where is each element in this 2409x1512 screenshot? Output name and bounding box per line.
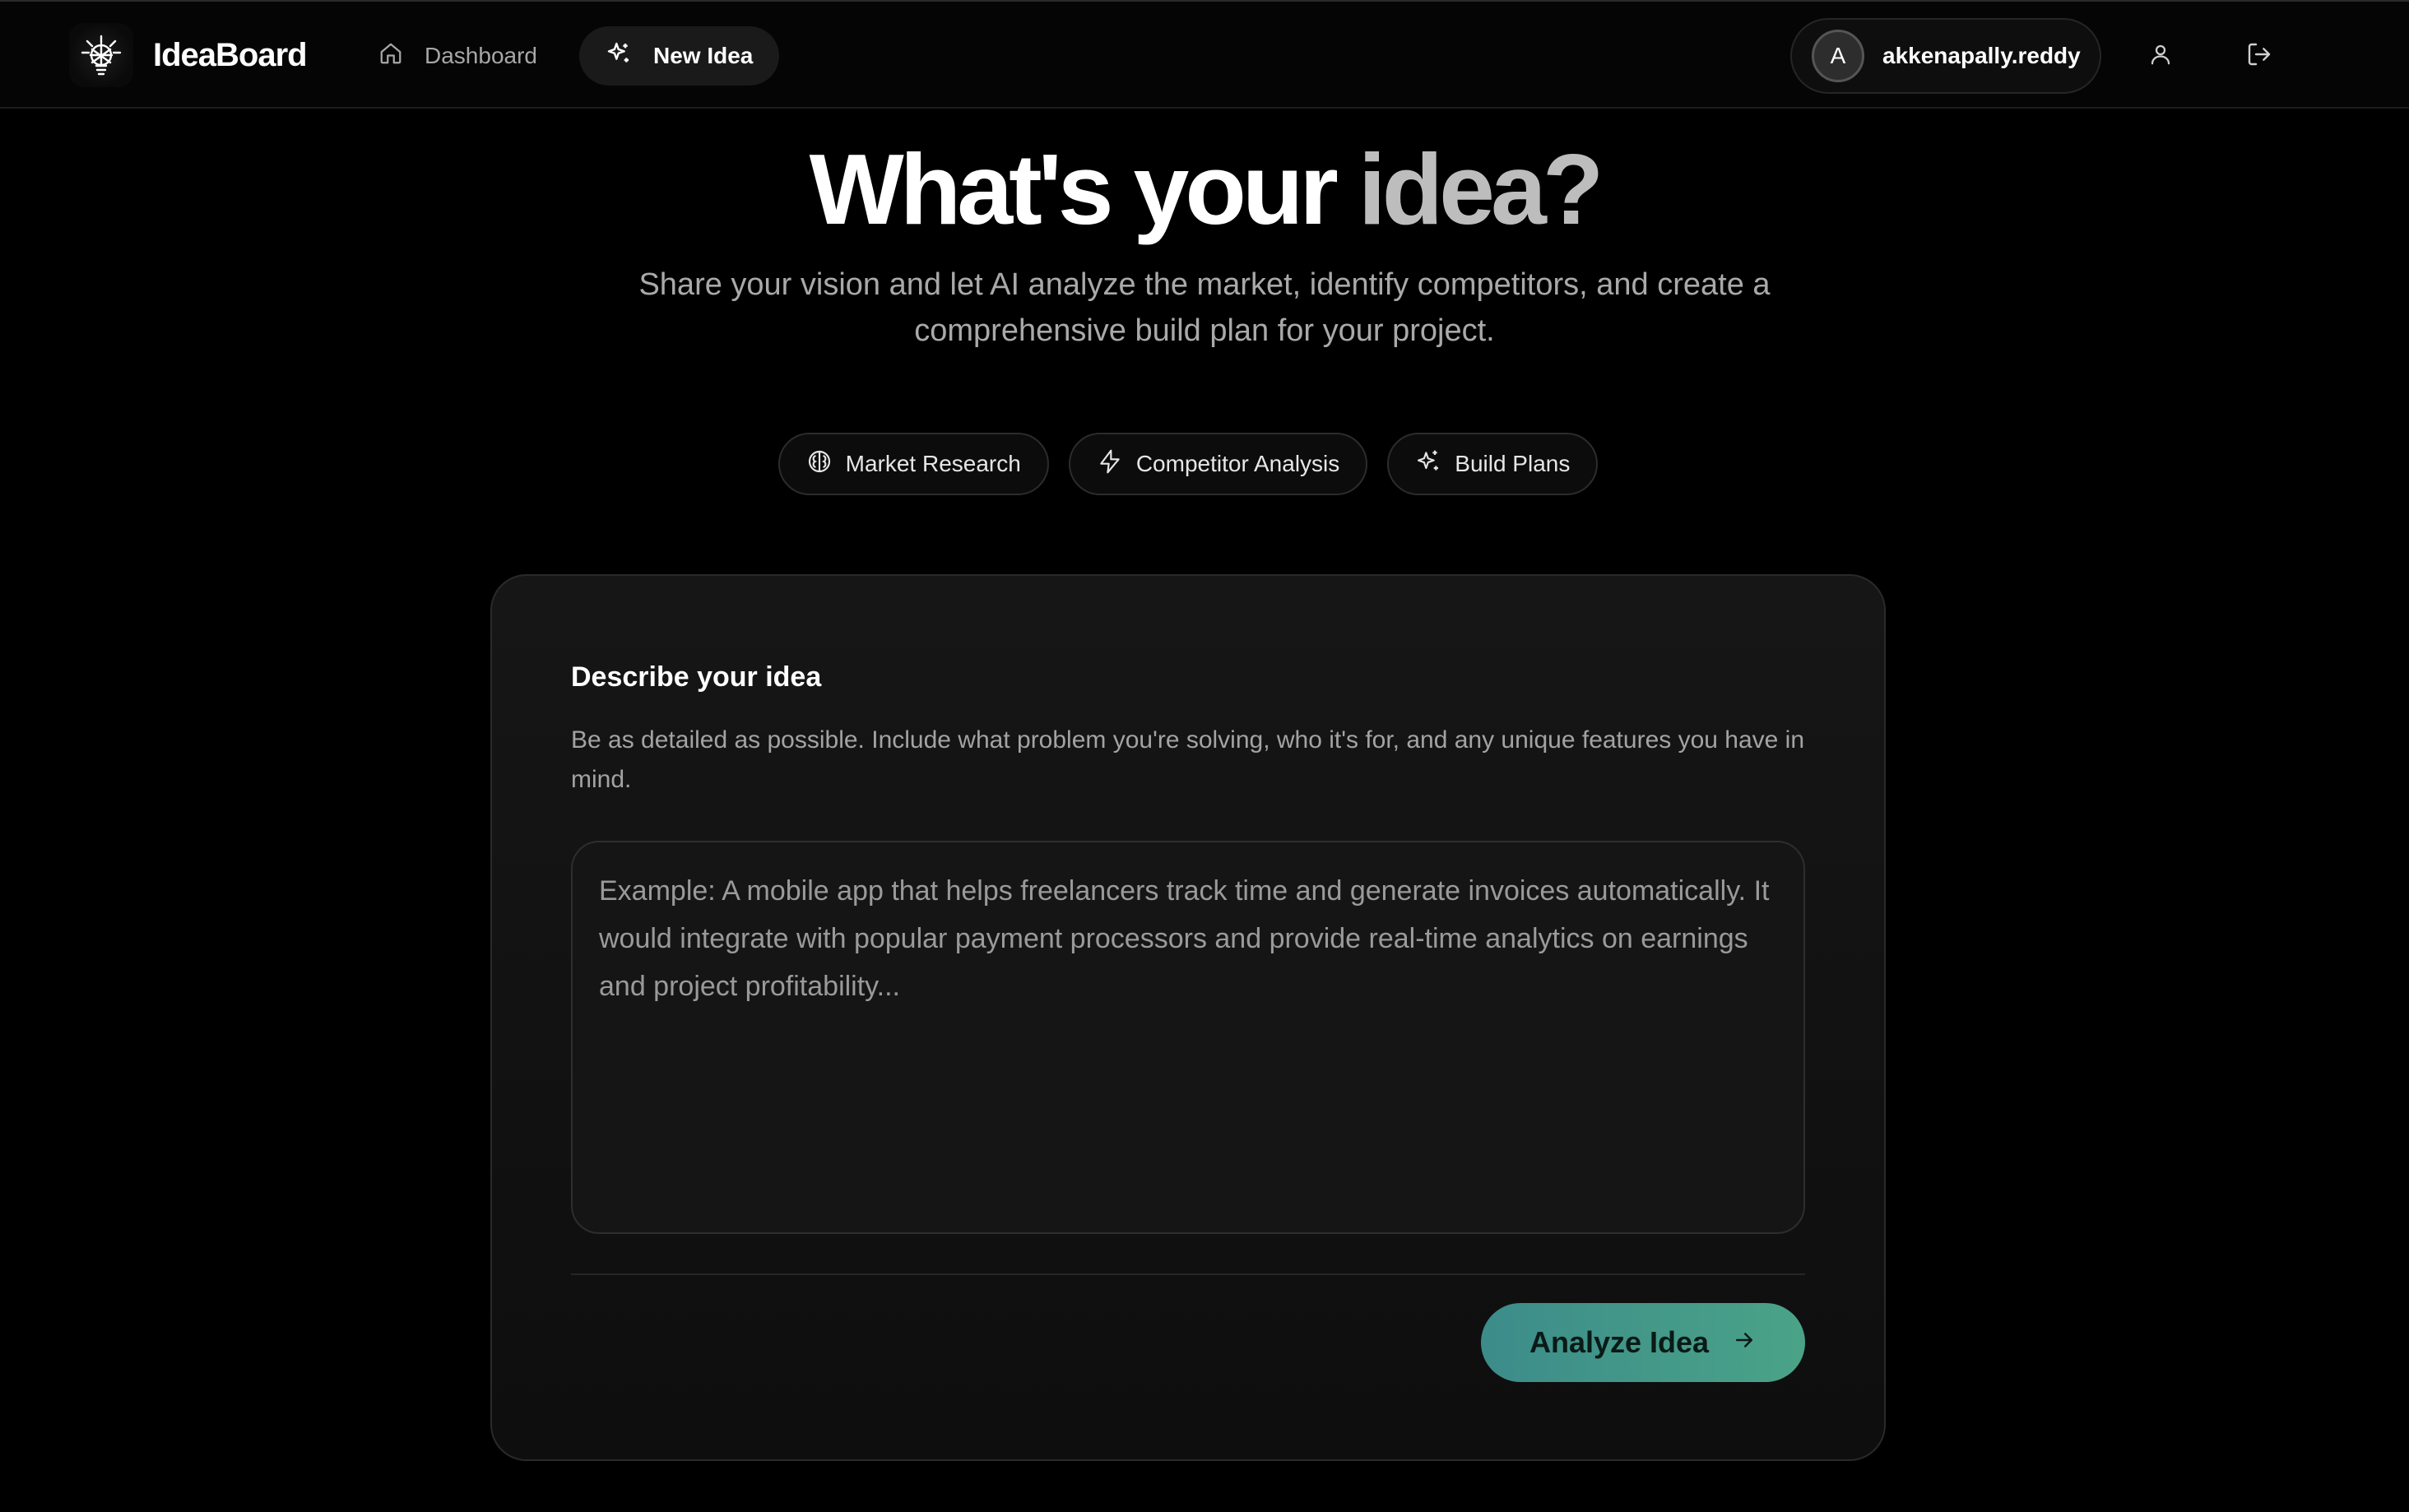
nav-new-idea-label: New Idea bbox=[653, 43, 754, 68]
nav-dashboard[interactable]: Dashboard bbox=[352, 26, 564, 86]
chip-competitor-analysis[interactable]: Competitor Analysis bbox=[1068, 433, 1368, 495]
brand-name: IdeaBoard bbox=[153, 36, 308, 73]
page-title-accent: idea? bbox=[1358, 133, 1604, 245]
feature-chips: Market Research Competitor Analysis Buil… bbox=[0, 433, 2376, 495]
sparkles-icon bbox=[1415, 448, 1441, 480]
lightbulb-burst-icon bbox=[69, 23, 133, 87]
nav-dashboard-label: Dashboard bbox=[425, 43, 537, 68]
home-icon bbox=[378, 41, 403, 72]
idea-form-card: Describe your idea Be as detailed as pos… bbox=[490, 574, 1886, 1461]
arrow-right-icon bbox=[1732, 1325, 1757, 1360]
profile-button[interactable] bbox=[2136, 31, 2185, 81]
analyze-idea-button[interactable]: Analyze Idea bbox=[1481, 1303, 1805, 1382]
logout-button[interactable] bbox=[2235, 31, 2284, 81]
divider bbox=[571, 1273, 1805, 1275]
username: akkenapally.reddy bbox=[1882, 43, 2081, 68]
chip-label: Build Plans bbox=[1455, 451, 1571, 476]
user-icon bbox=[2148, 42, 2173, 71]
analyze-idea-label: Analyze Idea bbox=[1529, 1325, 1710, 1359]
chip-label: Market Research bbox=[845, 451, 1021, 476]
idea-textarea[interactable] bbox=[571, 841, 1805, 1234]
brand[interactable]: IdeaBoard bbox=[69, 23, 308, 87]
chip-market-research[interactable]: Market Research bbox=[777, 433, 1049, 495]
user-menu[interactable]: A akkenapally.reddy bbox=[1790, 18, 2101, 94]
nav-new-idea[interactable]: New Idea bbox=[579, 26, 780, 86]
sparkles-icon bbox=[606, 40, 632, 72]
form-title: Describe your idea bbox=[571, 661, 822, 693]
avatar: A bbox=[1812, 30, 1864, 82]
page-title: What's your idea? bbox=[0, 133, 2409, 245]
page-subtitle: Share your vision and let AI analyze the… bbox=[638, 267, 1771, 348]
lightning-icon bbox=[1097, 448, 1123, 480]
brain-icon bbox=[806, 448, 833, 480]
form-description: Be as detailed as possible. Include what… bbox=[571, 726, 1805, 793]
page-title-main: What's your bbox=[809, 133, 1358, 245]
top-navigation-bar: IdeaBoard Dashboard New Idea A akkenapal… bbox=[0, 0, 2409, 109]
logout-icon bbox=[2246, 41, 2272, 72]
chip-label: Competitor Analysis bbox=[1135, 451, 1340, 476]
chip-build-plans[interactable]: Build Plans bbox=[1387, 433, 1599, 495]
